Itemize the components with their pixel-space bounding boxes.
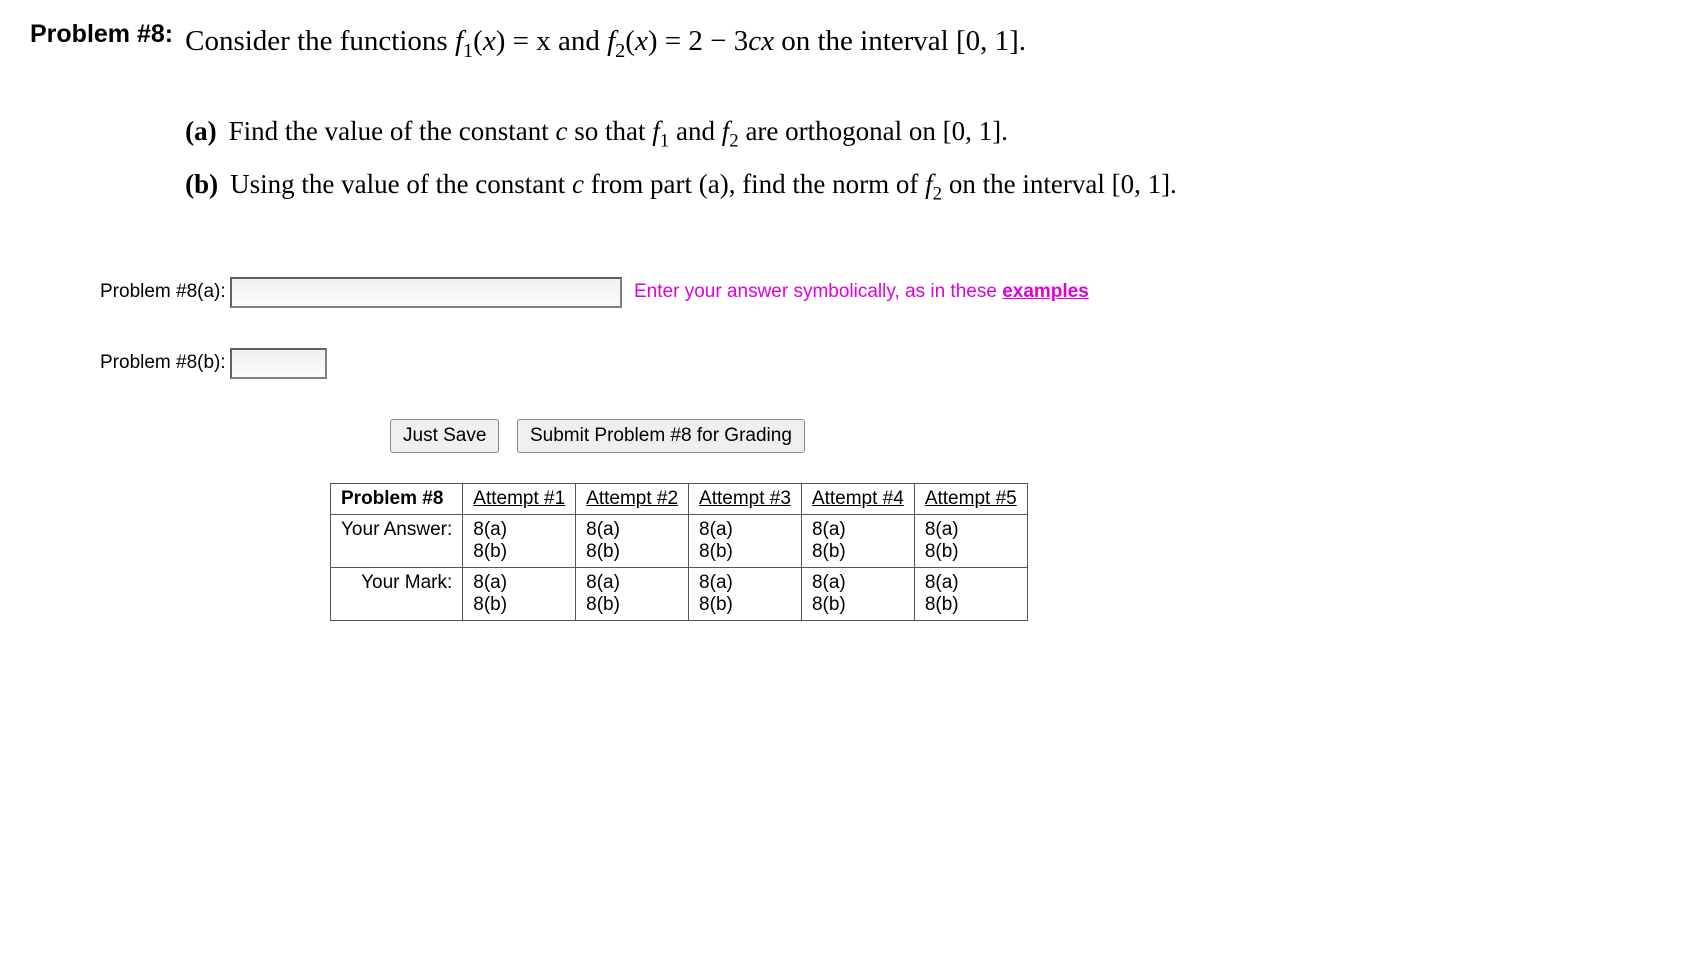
answer-b-input[interactable]	[230, 348, 327, 379]
problem-label: Problem #8:	[30, 20, 173, 49]
attempt-5-link[interactable]: Attempt #5	[925, 488, 1017, 509]
part-b-pre: Using the value of the constant	[230, 169, 572, 199]
part-b-post: on the interval [0, 1].	[942, 169, 1177, 199]
mark-cell: 8(a)8(b)	[586, 572, 678, 616]
f2-arg: (x)	[625, 25, 657, 57]
part-list: (a) Find the value of the constant c so …	[185, 111, 1665, 209]
part-a: (a) Find the value of the constant c so …	[185, 111, 1665, 156]
part-b-label: (b)	[185, 164, 218, 209]
part-a-f1sub: 1	[660, 131, 669, 152]
answer-b-label: Problem #8(b):	[100, 352, 230, 374]
just-save-button[interactable]: Just Save	[390, 419, 499, 453]
attempt-1-link[interactable]: Attempt #1	[473, 488, 565, 509]
part-a-label: (a)	[185, 111, 216, 156]
part-a-post: are orthogonal on [0, 1].	[739, 116, 1008, 146]
cx: cx	[748, 25, 774, 57]
answer-a-input[interactable]	[230, 277, 622, 308]
f1-sub: 1	[463, 40, 473, 62]
problem-body: Consider the functions f1(x) = x and f2(…	[185, 20, 1665, 217]
your-mark-header: Your Mark:	[331, 567, 463, 620]
answer-row-b: Problem #8(b):	[100, 348, 1665, 379]
attempt-header: Attempt #2	[576, 483, 689, 514]
attempts-table: Problem #8 Attempt #1 Attempt #2 Attempt…	[330, 483, 1028, 621]
mark-cell: 8(a)8(b)	[812, 572, 904, 616]
attempt-header: Attempt #3	[689, 483, 802, 514]
button-row: Just Save Submit Problem #8 for Grading	[390, 419, 1665, 453]
table-row: Your Mark: 8(a)8(b) 8(a)8(b) 8(a)8(b) 8(…	[331, 567, 1028, 620]
f1-arg: (x)	[473, 25, 505, 57]
your-answer-header: Your Answer:	[331, 514, 463, 567]
problem-container: Problem #8: Consider the functions f1(x)…	[30, 20, 1665, 217]
part-b-text: Using the value of the constant c from p…	[230, 164, 1177, 209]
mark-cell: 8(a)8(b)	[699, 572, 791, 616]
part-a-f2sub: 2	[729, 131, 738, 152]
part-b-f2: f	[925, 169, 933, 199]
attempt-4-link[interactable]: Attempt #4	[812, 488, 904, 509]
table-header-row: Problem #8 Attempt #1 Attempt #2 Attempt…	[331, 483, 1028, 514]
answer-a-label: Problem #8(a):	[100, 281, 230, 303]
part-b-f2sub: 2	[933, 183, 942, 204]
answer-section: Problem #8(a): Enter your answer symboli…	[100, 277, 1665, 621]
attempt-header: Attempt #1	[463, 483, 576, 514]
intro-pre: Consider the functions	[185, 25, 455, 57]
eq1: = x and	[505, 25, 607, 57]
submit-button[interactable]: Submit Problem #8 for Grading	[517, 419, 805, 453]
answer-cell: 8(a)8(b)	[812, 519, 904, 563]
answer-cell: 8(a)8(b)	[473, 519, 565, 563]
part-a-pre: Find the value of the constant	[229, 116, 556, 146]
attempt-2-link[interactable]: Attempt #2	[586, 488, 678, 509]
eq2: = 2 − 3	[658, 25, 749, 57]
part-a-f1: f	[652, 116, 660, 146]
intro-post: on the interval [0, 1].	[774, 25, 1026, 57]
part-a-and: and	[669, 116, 721, 146]
answer-row-a: Problem #8(a): Enter your answer symboli…	[100, 277, 1665, 308]
attempt-3-link[interactable]: Attempt #3	[699, 488, 791, 509]
hint-text: Enter your answer symbolically, as in th…	[634, 280, 1089, 305]
attempt-header: Attempt #4	[801, 483, 914, 514]
part-a-mid: so that	[568, 116, 653, 146]
mark-cell: 8(a)8(b)	[473, 572, 565, 616]
part-b-c: c	[572, 169, 584, 199]
part-b-mid: from part (a), find the norm of	[584, 169, 925, 199]
part-b: (b) Using the value of the constant c fr…	[185, 164, 1665, 209]
answer-cell: 8(a)8(b)	[925, 519, 1017, 563]
answer-cell: 8(a)8(b)	[586, 519, 678, 563]
attempt-header: Attempt #5	[914, 483, 1027, 514]
problem-intro: Consider the functions f1(x) = x and f2(…	[185, 20, 1665, 66]
hint-pre: Enter your answer symbolically, as in th…	[634, 281, 1002, 302]
f2-sub: 2	[615, 40, 625, 62]
part-a-c: c	[556, 116, 568, 146]
f1-sym: f	[455, 25, 463, 57]
mark-cell: 8(a)8(b)	[925, 572, 1017, 616]
table-problem-header: Problem #8	[331, 483, 463, 514]
table-row: Your Answer: 8(a)8(b) 8(a)8(b) 8(a)8(b) …	[331, 514, 1028, 567]
examples-link[interactable]: examples	[1002, 281, 1089, 302]
f2-sym: f	[607, 25, 615, 57]
part-a-text: Find the value of the constant c so that…	[229, 111, 1008, 156]
answer-cell: 8(a)8(b)	[699, 519, 791, 563]
